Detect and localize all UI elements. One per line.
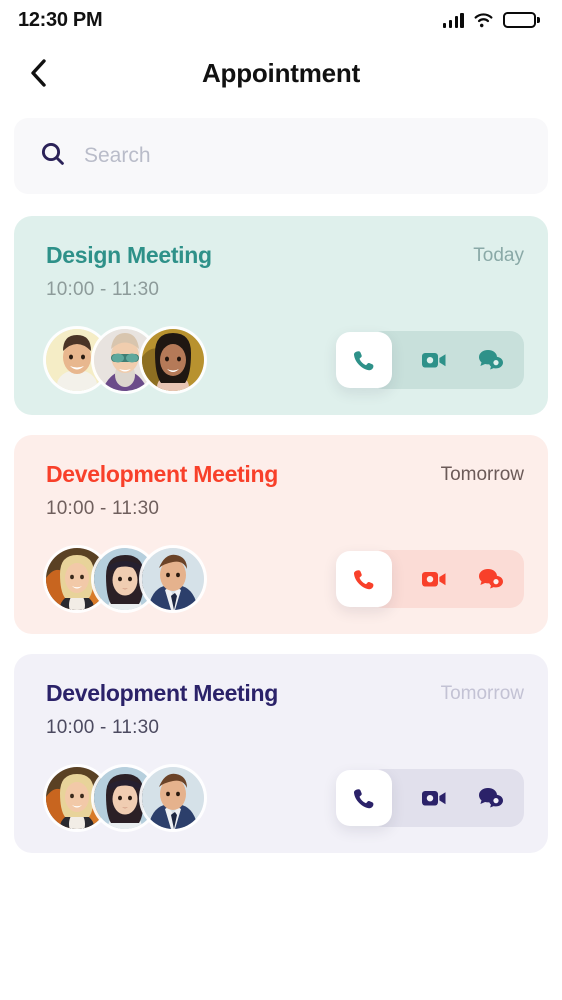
appointment-card[interactable]: Design Meeting Today 10:00 - 11:30 [14,216,548,415]
wifi-icon [473,12,494,28]
status-time: 12:30 PM [18,8,103,31]
chat-button[interactable] [470,340,510,380]
chat-bubbles-icon [479,788,503,808]
back-button[interactable] [22,56,56,90]
appointment-actions [336,331,524,389]
page-title: Appointment [201,57,361,88]
appointment-time: 10:00 - 11:30 [46,498,160,519]
phone-icon [353,351,374,371]
appointment-card[interactable]: Development Meeting Tomorrow 10:00 - 11:… [14,654,548,853]
appointment-day: Tomorrow [440,464,524,485]
video-camera-icon [422,572,446,587]
appointment-title: Design Meeting [46,242,212,268]
card-header: Development Meeting Tomorrow [46,680,524,707]
cellular-signal-icon [442,12,464,28]
card-header: Development Meeting Tomorrow [46,461,524,488]
card-footer [46,767,524,829]
search-icon [40,141,66,172]
appointment-actions [336,550,524,608]
status-icons [442,12,540,28]
participant-avatars[interactable] [46,548,204,610]
card-footer [46,548,524,610]
card-header: Design Meeting Today [46,242,524,269]
chat-bubbles-icon [479,350,503,370]
video-call-button[interactable] [414,340,454,380]
participant-avatars[interactable] [46,767,204,829]
search-input[interactable] [84,144,522,168]
appointment-time: 10:00 - 11:30 [46,717,160,738]
call-button[interactable] [336,551,392,607]
appointment-title: Development Meeting [46,680,279,706]
phone-icon [353,789,374,809]
appointment-day: Tomorrow [440,683,524,704]
appointment-time: 10:00 - 11:30 [46,279,160,300]
appointment-title: Development Meeting [46,461,279,487]
avatar-man-suit[interactable] [142,767,204,829]
video-camera-icon [422,791,446,806]
video-call-button[interactable] [414,778,454,818]
avatar-woman-dark-hair[interactable] [142,329,204,391]
chat-button[interactable] [470,559,510,599]
chevron-left-icon [31,59,46,87]
status-bar: 12:30 PM [0,0,562,40]
phone-icon [353,570,374,590]
appointment-actions [336,769,524,827]
appointment-day: Today [473,245,524,266]
page-header: Appointment [0,40,562,106]
call-button[interactable] [336,332,392,388]
call-button[interactable] [336,770,392,826]
appointment-card[interactable]: Development Meeting Tomorrow 10:00 - 11:… [14,435,548,634]
avatar-man-suit[interactable] [142,548,204,610]
card-footer [46,329,524,391]
video-camera-icon [422,353,446,368]
participant-avatars[interactable] [46,329,204,391]
appointment-list: Design Meeting Today 10:00 - 11:30 Devel… [0,194,562,853]
search-section [0,106,562,194]
chat-bubbles-icon [479,569,503,589]
battery-full-icon [502,12,540,28]
video-call-button[interactable] [414,559,454,599]
search-bar[interactable] [14,118,548,194]
chat-button[interactable] [470,778,510,818]
